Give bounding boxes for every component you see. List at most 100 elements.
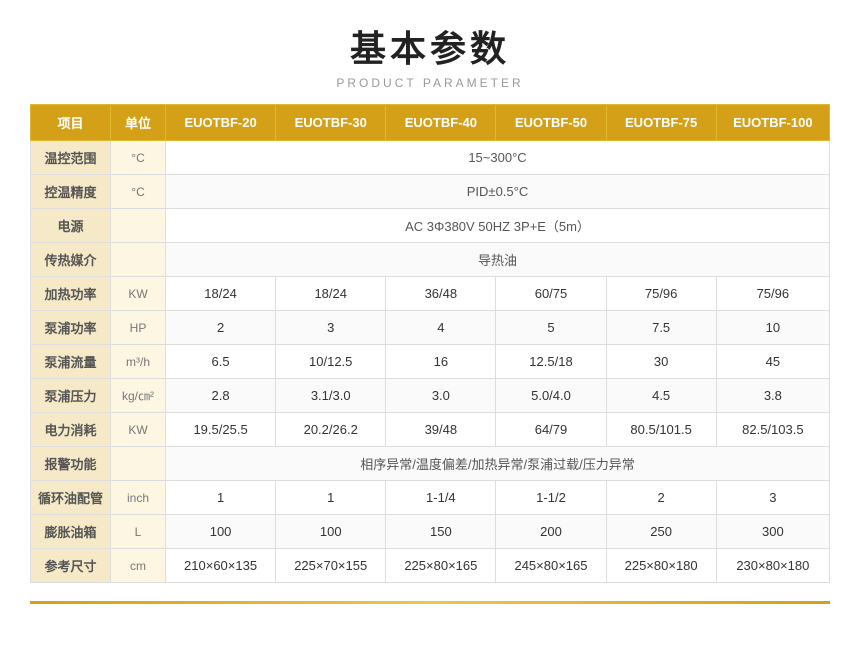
row-label-6: 泵浦流量 <box>31 345 111 379</box>
row-value-8-4: 80.5/101.5 <box>606 413 716 447</box>
row-value-7-0: 2.8 <box>166 379 276 413</box>
table-row: 报警功能相序异常/温度偏差/加热异常/泵浦过载/压力异常 <box>31 447 830 481</box>
row-value-10-1: 1 <box>276 481 386 515</box>
row-value-6-4: 30 <box>606 345 716 379</box>
row-value-8-5: 82.5/103.5 <box>716 413 829 447</box>
row-value-6-2: 16 <box>386 345 496 379</box>
row-value-6-5: 45 <box>716 345 829 379</box>
row-label-12: 参考尺寸 <box>31 549 111 583</box>
row-value-11-0: 100 <box>166 515 276 549</box>
row-value-7-2: 3.0 <box>386 379 496 413</box>
table-row: 控温精度°CPID±0.5°C <box>31 175 830 209</box>
row-label-2: 电源 <box>31 209 111 243</box>
header-cell-6: EUOTBF-75 <box>606 105 716 141</box>
row-value-8-2: 39/48 <box>386 413 496 447</box>
row-value-7-3: 5.0/4.0 <box>496 379 606 413</box>
row-value-12-1: 225×70×155 <box>276 549 386 583</box>
row-label-3: 传热媒介 <box>31 243 111 277</box>
row-value-7-1: 3.1/3.0 <box>276 379 386 413</box>
row-value-4-0: 18/24 <box>166 277 276 311</box>
row-value-5-3: 5 <box>496 311 606 345</box>
row-value-5-5: 10 <box>716 311 829 345</box>
header-cell-2: EUOTBF-20 <box>166 105 276 141</box>
table-row: 泵浦功率HP23457.510 <box>31 311 830 345</box>
table-row: 泵浦流量m³/h6.510/12.51612.5/183045 <box>31 345 830 379</box>
row-span-3: 导热油 <box>166 243 830 277</box>
row-span-0: 15~300°C <box>166 141 830 175</box>
row-value-6-3: 12.5/18 <box>496 345 606 379</box>
row-value-12-0: 210×60×135 <box>166 549 276 583</box>
row-value-12-4: 225×80×180 <box>606 549 716 583</box>
row-label-9: 报警功能 <box>31 447 111 481</box>
row-value-4-5: 75/96 <box>716 277 829 311</box>
table-row: 电源 AC 3Φ380V 50HZ 3P+E（5m） <box>31 209 830 243</box>
row-value-8-3: 64/79 <box>496 413 606 447</box>
row-unit-8: KW <box>111 413 166 447</box>
row-value-10-0: 1 <box>166 481 276 515</box>
bottom-line <box>30 601 830 604</box>
row-value-5-0: 2 <box>166 311 276 345</box>
row-value-11-1: 100 <box>276 515 386 549</box>
row-value-12-3: 245×80×165 <box>496 549 606 583</box>
row-value-7-4: 4.5 <box>606 379 716 413</box>
row-value-11-5: 300 <box>716 515 829 549</box>
row-label-1: 控温精度 <box>31 175 111 209</box>
row-label-10: 循环油配管 <box>31 481 111 515</box>
table-row: 泵浦压力kg/㎝²2.83.1/3.03.05.0/4.04.53.8 <box>31 379 830 413</box>
row-value-12-5: 230×80×180 <box>716 549 829 583</box>
row-value-8-1: 20.2/26.2 <box>276 413 386 447</box>
row-value-12-2: 225×80×165 <box>386 549 496 583</box>
header-cell-5: EUOTBF-50 <box>496 105 606 141</box>
row-unit-3 <box>111 243 166 277</box>
row-value-4-1: 18/24 <box>276 277 386 311</box>
row-unit-11: L <box>111 515 166 549</box>
table-row: 电力消耗KW19.5/25.520.2/26.239/4864/7980.5/1… <box>31 413 830 447</box>
row-span-2: AC 3Φ380V 50HZ 3P+E（5m） <box>166 209 830 243</box>
row-value-8-0: 19.5/25.5 <box>166 413 276 447</box>
main-title: 基本参数 <box>30 20 830 72</box>
table-row: 循环油配管inch111-1/41-1/223 <box>31 481 830 515</box>
row-unit-10: inch <box>111 481 166 515</box>
row-value-6-1: 10/12.5 <box>276 345 386 379</box>
header-cell-3: EUOTBF-30 <box>276 105 386 141</box>
table-header-row: 项目单位EUOTBF-20EUOTBF-30EUOTBF-40EUOTBF-50… <box>31 105 830 141</box>
row-label-8: 电力消耗 <box>31 413 111 447</box>
row-value-10-3: 1-1/2 <box>496 481 606 515</box>
row-value-5-2: 4 <box>386 311 496 345</box>
row-label-0: 温控范围 <box>31 141 111 175</box>
header-cell-4: EUOTBF-40 <box>386 105 496 141</box>
row-unit-12: cm <box>111 549 166 583</box>
row-unit-9 <box>111 447 166 481</box>
header-cell-0: 项目 <box>31 105 111 141</box>
row-value-11-4: 250 <box>606 515 716 549</box>
row-unit-2 <box>111 209 166 243</box>
row-value-4-2: 36/48 <box>386 277 496 311</box>
table-row: 传热媒介 导热油 <box>31 243 830 277</box>
row-unit-4: KW <box>111 277 166 311</box>
table-row: 膨胀油箱L100100150200250300 <box>31 515 830 549</box>
title-section: 基本参数 PRODUCT PARAMETER <box>30 20 830 90</box>
row-value-4-4: 75/96 <box>606 277 716 311</box>
row-unit-1: °C <box>111 175 166 209</box>
row-unit-5: HP <box>111 311 166 345</box>
params-table: 项目单位EUOTBF-20EUOTBF-30EUOTBF-40EUOTBF-50… <box>30 104 830 583</box>
table-row: 加热功率KW18/2418/2436/4860/7575/9675/96 <box>31 277 830 311</box>
row-unit-0: °C <box>111 141 166 175</box>
table-row: 温控范围°C15~300°C <box>31 141 830 175</box>
row-value-10-4: 2 <box>606 481 716 515</box>
page-wrapper: 基本参数 PRODUCT PARAMETER 项目单位EUOTBF-20EUOT… <box>0 0 860 634</box>
row-label-7: 泵浦压力 <box>31 379 111 413</box>
table-row: 参考尺寸cm210×60×135225×70×155225×80×165245×… <box>31 549 830 583</box>
header-cell-1: 单位 <box>111 105 166 141</box>
row-value-11-3: 200 <box>496 515 606 549</box>
row-value-6-0: 6.5 <box>166 345 276 379</box>
row-unit-7: kg/㎝² <box>111 379 166 413</box>
sub-title: PRODUCT PARAMETER <box>30 76 830 90</box>
row-label-11: 膨胀油箱 <box>31 515 111 549</box>
row-value-11-2: 150 <box>386 515 496 549</box>
row-unit-6: m³/h <box>111 345 166 379</box>
row-label-5: 泵浦功率 <box>31 311 111 345</box>
row-value-10-2: 1-1/4 <box>386 481 496 515</box>
row-value-5-4: 7.5 <box>606 311 716 345</box>
row-span-1: PID±0.5°C <box>166 175 830 209</box>
